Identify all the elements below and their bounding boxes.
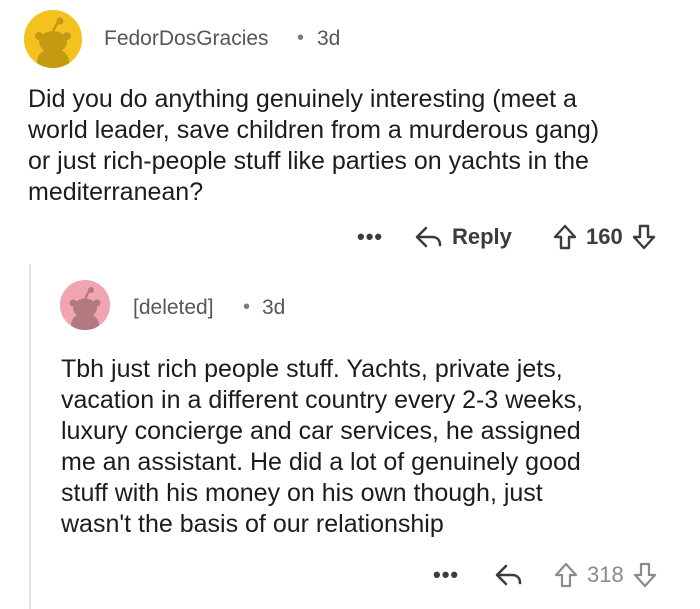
- more-options-button[interactable]: •••: [433, 564, 459, 586]
- downvote-arrow-icon[interactable]: [631, 223, 657, 251]
- comment-body-line: mediterranean?: [28, 178, 204, 206]
- upvote-arrow-icon[interactable]: [552, 223, 578, 251]
- comment-body: Did you do anything genuinely interestin…: [28, 84, 599, 208]
- comment-body: Tbh just rich people stuff. Yachts, priv…: [61, 354, 583, 540]
- comment-body-line: stuff with his money on his own though, …: [61, 479, 543, 507]
- vote-score: 160: [586, 224, 623, 249]
- vote-controls: 318: [553, 558, 658, 592]
- comment-body-line: Tbh just rich people stuff. Yachts, priv…: [61, 355, 563, 383]
- reply-label: Reply: [452, 224, 512, 249]
- comment-username[interactable]: FedorDosGracies: [104, 27, 269, 51]
- upvote-arrow-icon[interactable]: [553, 561, 579, 589]
- user-avatar[interactable]: [60, 280, 110, 330]
- more-options-button[interactable]: •••: [357, 226, 383, 248]
- comment-body-line: me an assistant. He did a lot of genuine…: [61, 448, 581, 476]
- snoo-avatar-icon: [60, 280, 110, 330]
- comment-age: 3d: [262, 296, 286, 319]
- snoo-avatar-icon: [24, 10, 82, 68]
- comment-body-line: wasn't the basis of our relationship: [61, 510, 444, 538]
- comment-body-line: world leader, save children from a murde…: [28, 116, 600, 144]
- downvote-arrow-icon[interactable]: [632, 561, 658, 589]
- meta-separator: •: [297, 27, 305, 49]
- comment-body-line: vacation in a different country every 2-…: [61, 386, 584, 414]
- comment-body-line: luxury concierge and car services, he as…: [61, 417, 581, 445]
- comment-reply: [deleted] • 3d Tbh just rich people stuf…: [0, 262, 700, 609]
- vote-controls: 160: [552, 220, 657, 254]
- comment-username[interactable]: [deleted]: [133, 296, 214, 320]
- comment-body-line: Did you do anything genuinely interestin…: [28, 85, 577, 113]
- user-avatar[interactable]: [24, 10, 82, 68]
- meta-separator: •: [243, 296, 251, 318]
- comment-age: 3d: [317, 27, 341, 50]
- vote-score: 318: [587, 562, 624, 587]
- reply-arrow-icon: [494, 563, 524, 587]
- reply-arrow-icon: [414, 225, 444, 249]
- comment-body-line: or just rich-people stuff like parties o…: [28, 147, 589, 175]
- reply-button[interactable]: [494, 558, 524, 592]
- comment-top: FedorDosGracies • 3d Did you do anything…: [0, 0, 700, 260]
- reply-button[interactable]: Reply: [414, 220, 512, 254]
